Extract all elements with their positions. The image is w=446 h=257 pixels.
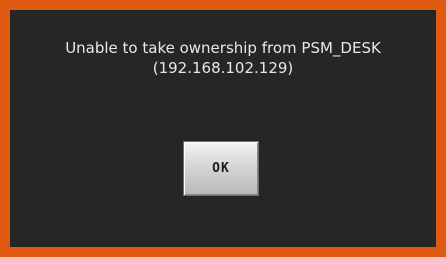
error-message-line1: Unable to take ownership from PSM_DESK — [65, 39, 381, 57]
error-message-line2: (192.168.102.129) — [152, 59, 294, 77]
error-dialog: Unable to take ownership from PSM_DESK (… — [0, 0, 446, 257]
error-message: Unable to take ownership from PSM_DESK (… — [10, 38, 436, 78]
ok-button[interactable]: OK — [183, 141, 259, 196]
ok-button-label: OK — [212, 161, 230, 176]
